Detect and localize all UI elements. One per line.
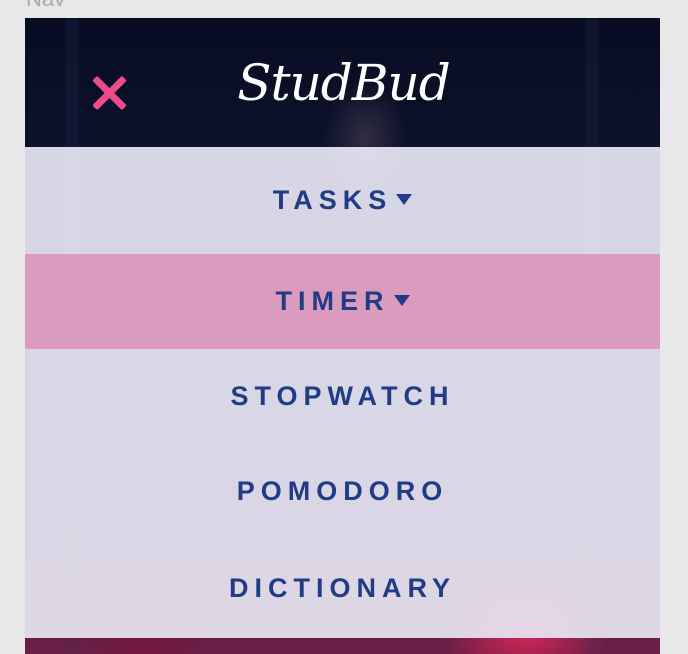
nav-menu: TASKS TIMER STOPWATCH POMODORO DICTIONAR… bbox=[25, 147, 660, 638]
menu-item-dictionary[interactable]: DICTIONARY bbox=[25, 539, 660, 638]
caret-down-icon bbox=[393, 295, 410, 306]
menu-item-label: POMODORO bbox=[236, 476, 449, 506]
menu-item-timer[interactable]: TIMER bbox=[25, 254, 660, 349]
menu-item-label: STOPWATCH bbox=[230, 381, 455, 411]
menu-item-stopwatch[interactable]: STOPWATCH bbox=[25, 349, 660, 444]
nav-frame: StudBud TASKS TIMER STOPWATCH POMODORO D… bbox=[25, 18, 660, 654]
menu-item-label: TASKS bbox=[272, 185, 393, 215]
brand-logo[interactable]: StudBud bbox=[25, 54, 660, 112]
caret-down-icon bbox=[396, 194, 413, 205]
menu-item-tasks[interactable]: TASKS bbox=[25, 147, 660, 254]
menu-item-pomodoro[interactable]: POMODORO bbox=[25, 444, 660, 539]
menu-item-label: TIMER bbox=[275, 286, 390, 316]
menu-item-label: DICTIONARY bbox=[229, 573, 456, 603]
artboard-label: Nav bbox=[26, 0, 65, 12]
nav-header: StudBud bbox=[25, 18, 660, 147]
